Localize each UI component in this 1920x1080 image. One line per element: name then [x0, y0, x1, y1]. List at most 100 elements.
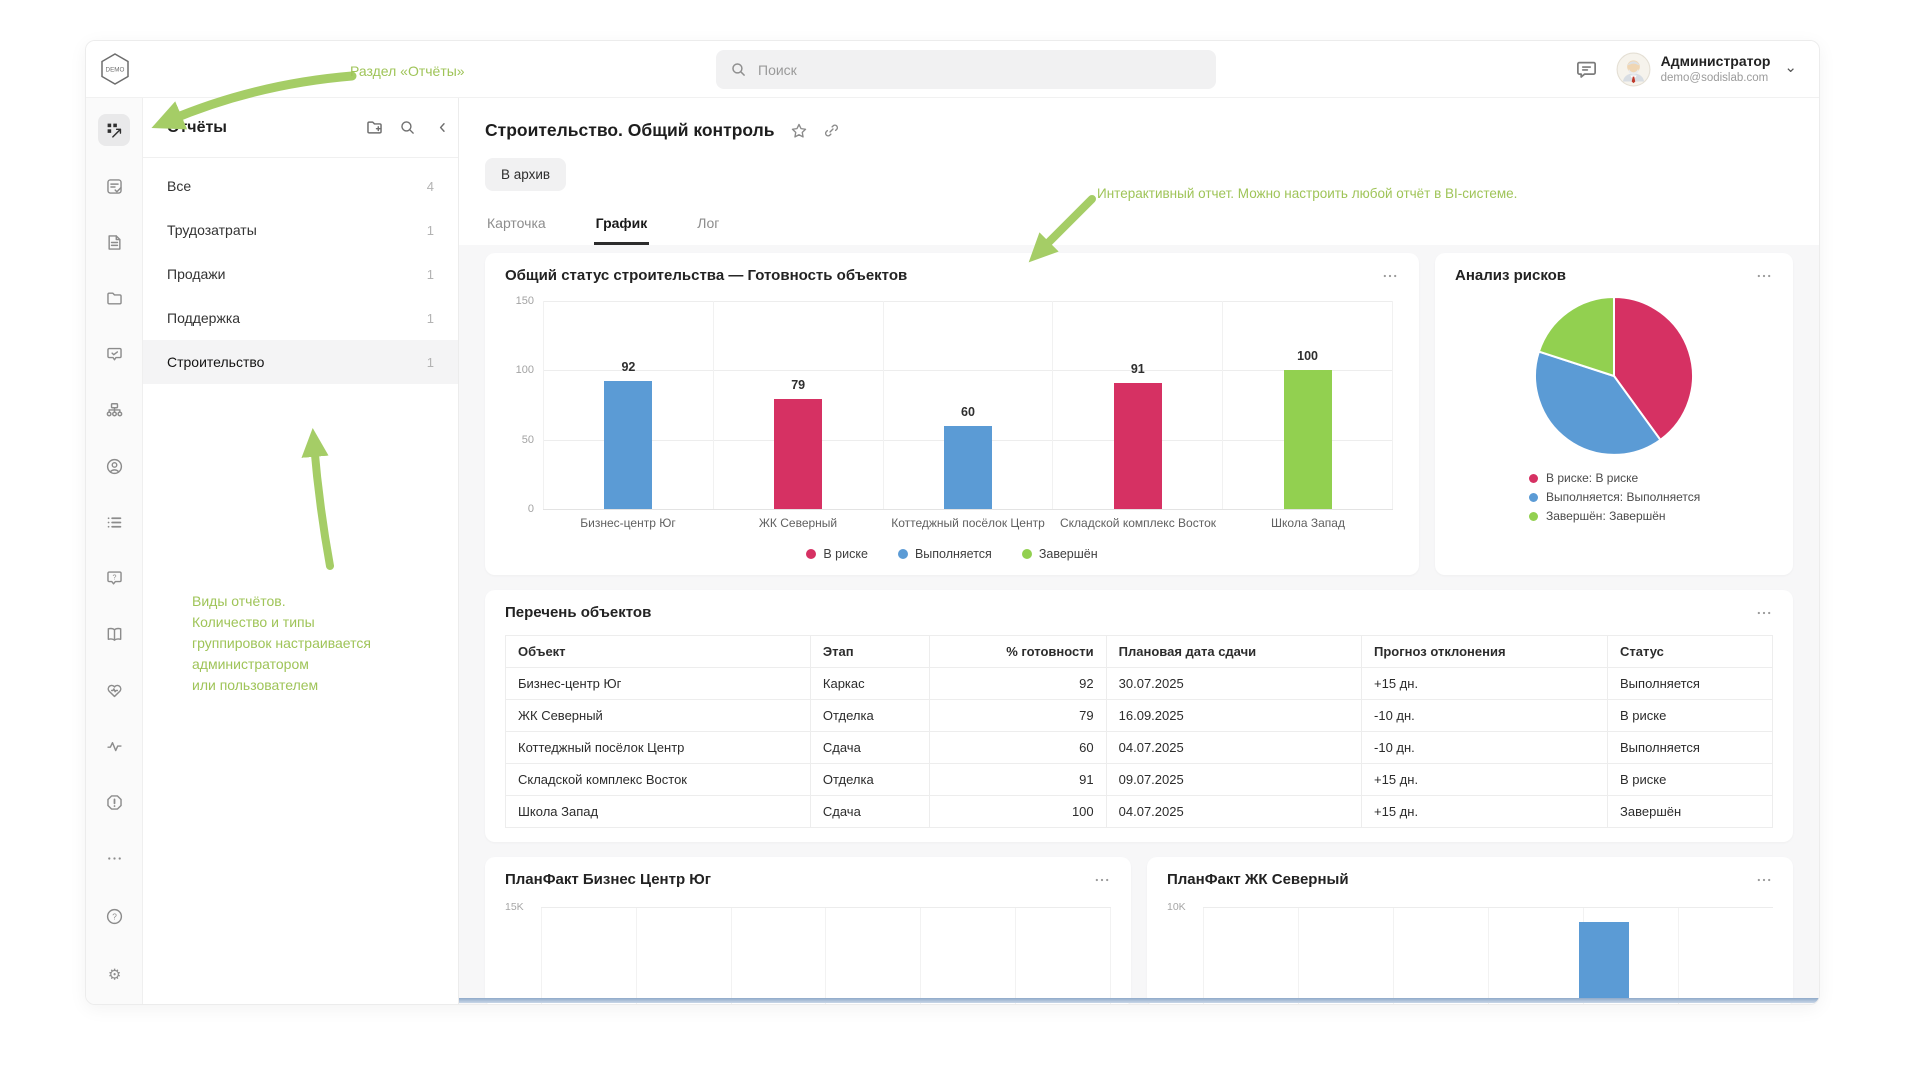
table-cell: 09.07.2025	[1106, 764, 1361, 796]
objects-table-card: Перечень объектов ОбъектЭтап% готовности…	[485, 590, 1793, 842]
table-row[interactable]: Школа ЗападСдача10004.07.2025+15 дн.Заве…	[506, 796, 1773, 828]
search-icon	[399, 119, 416, 136]
panel-search-button[interactable]	[399, 119, 416, 136]
chevron-down-icon[interactable]: ⌄	[1784, 58, 1797, 76]
copy-link-button[interactable]	[823, 122, 840, 139]
legend-dot	[898, 549, 908, 559]
reports-panel-header: Отчёты	[143, 98, 458, 158]
table-cell: 60	[930, 732, 1107, 764]
pie-chart	[1455, 293, 1773, 459]
reports-panel: Отчёты	[143, 98, 459, 1005]
table-header-cell: Прогноз отклонения	[1362, 636, 1608, 668]
messages-button[interactable]	[1575, 58, 1598, 81]
help-bubble-icon[interactable]: ?	[98, 562, 130, 594]
reports-panel-title: Отчёты	[167, 119, 350, 137]
folder-add-icon	[365, 118, 384, 137]
global-search[interactable]	[716, 50, 1216, 89]
bar-chart-xlabels: Бизнес-центр ЮгЖК СеверныйКоттеджный пос…	[543, 516, 1393, 530]
planfact-1-plot: 15K	[505, 907, 1111, 1005]
ellipsis-icon[interactable]	[98, 842, 130, 874]
reports-list-item[interactable]: Строительство1	[143, 340, 458, 384]
table-cell: Складской комплекс Восток	[506, 764, 811, 796]
pie-chart-legend: В риске: В риске Выполняется: Выполняется…	[1529, 471, 1773, 523]
collapse-left-icon	[435, 120, 450, 135]
bar-chart-title: Общий статус строительства — Готовность …	[505, 267, 907, 284]
reports-list-item[interactable]: Поддержка1	[143, 296, 458, 340]
x-axis-label: Школа Запад	[1223, 516, 1393, 530]
report-builder-icon[interactable]	[98, 114, 130, 146]
table-cell: 04.07.2025	[1106, 732, 1361, 764]
table-cell: Выполняется	[1608, 668, 1773, 700]
bar-Школа Запад[interactable]: 100	[1284, 370, 1332, 509]
document-icon[interactable]	[98, 226, 130, 258]
reports-list-item[interactable]: Трудозатраты1	[143, 208, 458, 252]
bar-Складской комплекс Восток[interactable]: 91	[1114, 383, 1162, 509]
folder-icon[interactable]	[98, 282, 130, 314]
y-axis-tick: 150	[516, 295, 534, 307]
reports-list-item[interactable]: Все4	[143, 164, 458, 208]
x-axis-label: Складской комплекс Восток	[1053, 516, 1223, 530]
favorite-button[interactable]	[790, 122, 808, 140]
archive-button[interactable]: В архив	[485, 158, 566, 191]
legend-item: В риске: В риске	[1529, 471, 1773, 485]
item-count: 1	[427, 355, 434, 370]
table-header-cell: Этап	[810, 636, 929, 668]
star-icon	[790, 122, 808, 140]
clipboard-check-icon[interactable]	[98, 170, 130, 202]
page-title: Строительство. Общий контроль	[485, 120, 775, 141]
reports-list-item[interactable]: Продажи1	[143, 252, 458, 296]
table-row[interactable]: ЖК СеверныйОтделка7916.09.2025-10 дн.В р…	[506, 700, 1773, 732]
report-content: Общий статус строительства — Готовность …	[459, 245, 1819, 1005]
table-cell: 30.07.2025	[1106, 668, 1361, 700]
org-chart-icon[interactable]	[98, 394, 130, 426]
table-header-cell: Статус	[1608, 636, 1773, 668]
mini-bar[interactable]	[1579, 922, 1629, 1002]
legend-item: Выполняется: Выполняется	[1529, 490, 1773, 504]
bar-chart-card: Общий статус строительства — Готовность …	[485, 253, 1419, 575]
table-cell: -10 дн.	[1362, 732, 1608, 764]
search-icon	[730, 61, 747, 78]
card-menu-button[interactable]	[1381, 267, 1399, 285]
tab-лог[interactable]: Лог	[695, 215, 721, 245]
message-check-icon[interactable]	[98, 338, 130, 370]
card-menu-button[interactable]	[1755, 871, 1773, 889]
table-row[interactable]: Коттеджный посёлок ЦентрСдача6004.07.202…	[506, 732, 1773, 764]
card-menu-button[interactable]	[1755, 604, 1773, 622]
table-cell: Отделка	[810, 700, 929, 732]
health-heart-icon[interactable]	[98, 674, 130, 706]
app-logo[interactable]: DEMO	[86, 51, 144, 87]
card-menu-button[interactable]	[1093, 871, 1111, 889]
user-circle-icon[interactable]	[98, 450, 130, 482]
settings-gear-icon[interactable]: ⚙	[98, 958, 130, 990]
add-folder-button[interactable]	[365, 118, 384, 137]
list-icon[interactable]	[98, 506, 130, 538]
book-open-icon[interactable]	[98, 618, 130, 650]
y-axis-tick: 0	[528, 503, 534, 515]
y-axis-tick: 50	[522, 434, 534, 446]
user-menu[interactable]: Администратор demo@sodislab.com ⌄	[1616, 52, 1797, 87]
x-axis-label: Бизнес-центр Юг	[543, 516, 713, 530]
legend-item: Завершён	[1022, 547, 1098, 561]
objects-table: ОбъектЭтап% готовностиПлановая дата сдач…	[505, 635, 1773, 828]
help-circle-icon[interactable]: ?	[98, 900, 130, 932]
tab-график[interactable]: График	[594, 215, 650, 245]
item-count: 1	[427, 267, 434, 282]
bar-Коттеджный посёлок Центр[interactable]: 60	[944, 426, 992, 509]
bar-Бизнес-центр Юг[interactable]: 92	[604, 381, 652, 509]
search-input[interactable]	[756, 61, 1202, 79]
sidebar-rail-bottom: ?⚙	[98, 900, 130, 990]
activity-icon[interactable]	[98, 730, 130, 762]
table-row[interactable]: Складской комплекс ВостокОтделка9109.07.…	[506, 764, 1773, 796]
table-cell: +15 дн.	[1362, 668, 1608, 700]
pie-graphic	[1524, 293, 1704, 459]
tab-карточка[interactable]: Карточка	[485, 215, 548, 245]
bar-ЖК Северный[interactable]: 79	[774, 399, 822, 509]
planfact-2-plot: 10K	[1167, 907, 1773, 1005]
table-cell: Коттеджный посёлок Центр	[506, 732, 811, 764]
alert-octagon-icon[interactable]	[98, 786, 130, 818]
card-menu-button[interactable]	[1755, 267, 1773, 285]
table-row[interactable]: Бизнес-центр ЮгКаркас9230.07.2025+15 дн.…	[506, 668, 1773, 700]
table-cell: 100	[930, 796, 1107, 828]
table-cell: ЖК Северный	[506, 700, 811, 732]
collapse-panel-button[interactable]	[435, 120, 450, 135]
